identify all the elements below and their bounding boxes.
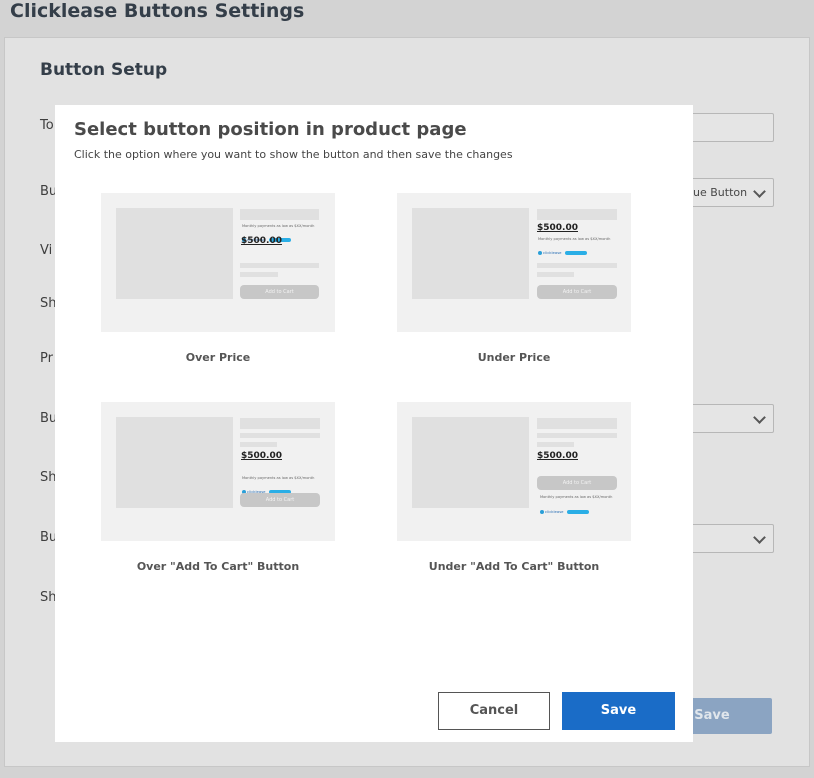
preview-thumbnail: $500.00 Monthly payments as low as $XX/m… [397,193,631,332]
cancel-button[interactable]: Cancel [438,692,550,730]
line-placeholder [537,442,574,447]
add-to-cart-preview: Add to Cart [537,476,617,490]
product-image-placeholder [412,417,529,508]
option-label: Under "Add To Cart" Button [428,560,600,573]
line-placeholder [240,442,277,447]
financing-text: Monthly payments as low as $XX/month [242,476,315,480]
add-to-cart-preview: Add to Cart [240,493,320,507]
add-to-cart-preview: Add to Cart [537,285,617,299]
modal-title: Select button position in product page [74,119,467,140]
modal-subtitle: Click the option where you want to show … [74,148,513,161]
add-to-cart-preview: Add to Cart [240,285,319,299]
price-text: $500.00 [537,451,578,461]
option-over-price[interactable]: Monthly payments as low as $XX/month cli… [101,193,335,364]
financing-text: Monthly payments as low as $XX/month [242,224,315,228]
product-image-placeholder [412,208,529,299]
option-under-price[interactable]: $500.00 Monthly payments as low as $XX/m… [397,193,631,364]
title-placeholder [537,209,617,220]
option-label: Under Price [477,351,551,364]
line-placeholder [537,263,617,268]
title-placeholder [240,209,319,220]
option-label: Over "Add To Cart" Button [136,560,300,573]
option-over-add-to-cart[interactable]: $500.00 Monthly payments as low as $XX/m… [101,402,335,573]
clicklease-logo: clicklease [242,481,291,494]
product-image-placeholder [116,208,233,299]
line-placeholder [537,433,617,438]
preview-thumbnail: Monthly payments as low as $XX/month cli… [101,193,335,332]
title-placeholder [240,418,320,429]
price-text: $500.00 [241,236,282,246]
clicklease-logo: clicklease [540,501,589,514]
clicklease-logo: clicklease [538,242,587,255]
preview-thumbnail: $500.00 Monthly payments as low as $XX/m… [101,402,335,541]
line-placeholder [240,272,278,277]
save-button[interactable]: Save [562,692,675,730]
line-placeholder [240,433,320,438]
option-under-add-to-cart[interactable]: $500.00 Add to Cart Monthly payments as … [397,402,631,573]
price-text: $500.00 [241,451,282,461]
financing-text: Monthly payments as low as $XX/month [538,237,611,241]
position-modal: Select button position in product page C… [55,105,693,742]
price-text: $500.00 [537,223,578,233]
line-placeholder [537,272,574,277]
financing-text: Monthly payments as low as $XX/month [540,495,613,499]
product-image-placeholder [116,417,233,508]
option-label: Over Price [185,351,251,364]
clicklease-logo: clicklease [242,229,291,242]
title-placeholder [537,418,617,429]
line-placeholder [240,263,319,268]
preview-thumbnail: $500.00 Add to Cart Monthly payments as … [397,402,631,541]
